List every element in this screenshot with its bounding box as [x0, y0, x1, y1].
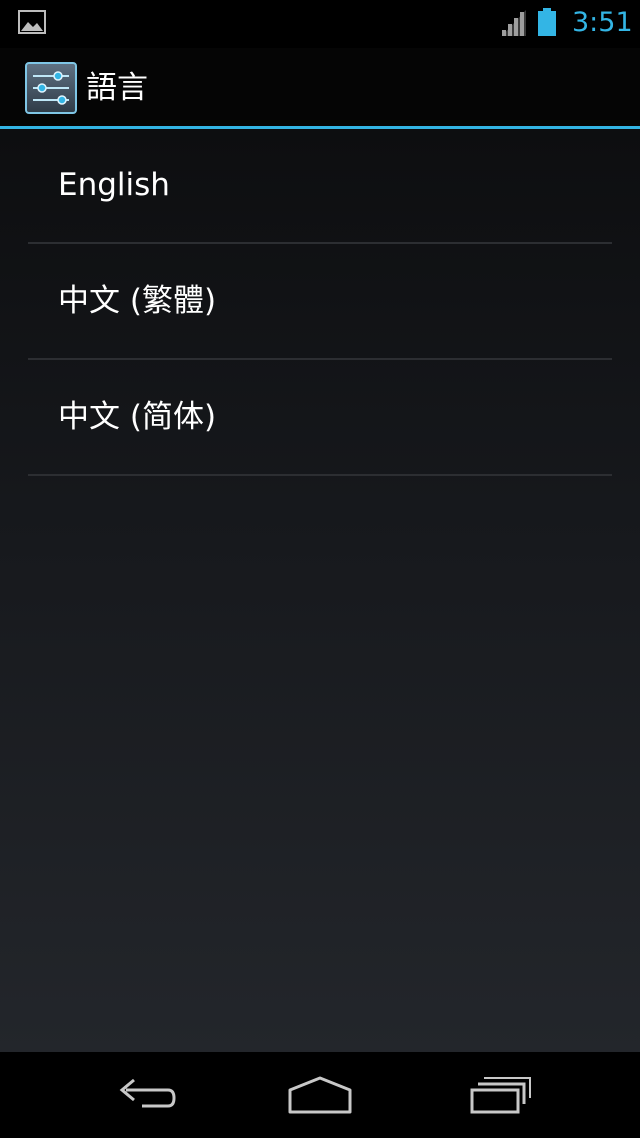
- list-divider: [28, 358, 612, 360]
- recent-apps-icon[interactable]: [460, 1072, 540, 1120]
- language-item-english[interactable]: English: [28, 129, 612, 244]
- battery-icon: [538, 8, 556, 36]
- list-divider: [28, 242, 612, 244]
- home-icon[interactable]: [280, 1072, 360, 1120]
- list-divider: [28, 474, 612, 476]
- screen: 3:51 語言 English 中文 (繁體) 中文 (简体): [0, 0, 640, 1138]
- language-item-label: 中文 (繁體): [58, 283, 217, 319]
- language-item-label: 中文 (简体): [58, 399, 217, 435]
- status-clock: 3:51: [572, 7, 633, 38]
- page-title: 語言: [86, 70, 148, 106]
- back-icon[interactable]: [104, 1072, 184, 1120]
- language-item-label: English: [58, 167, 170, 203]
- settings-sliders-icon[interactable]: [24, 61, 78, 115]
- language-list: English 中文 (繁體) 中文 (简体): [0, 129, 640, 1052]
- language-item-traditional-chinese[interactable]: 中文 (繁體): [28, 245, 612, 360]
- action-bar: 語言: [0, 48, 640, 128]
- navigation-bar: [0, 1052, 640, 1138]
- signal-icon: [502, 10, 526, 36]
- language-item-simplified-chinese[interactable]: 中文 (简体): [28, 361, 612, 476]
- picture-notification-icon: [18, 10, 46, 34]
- status-bar: 3:51: [0, 0, 640, 48]
